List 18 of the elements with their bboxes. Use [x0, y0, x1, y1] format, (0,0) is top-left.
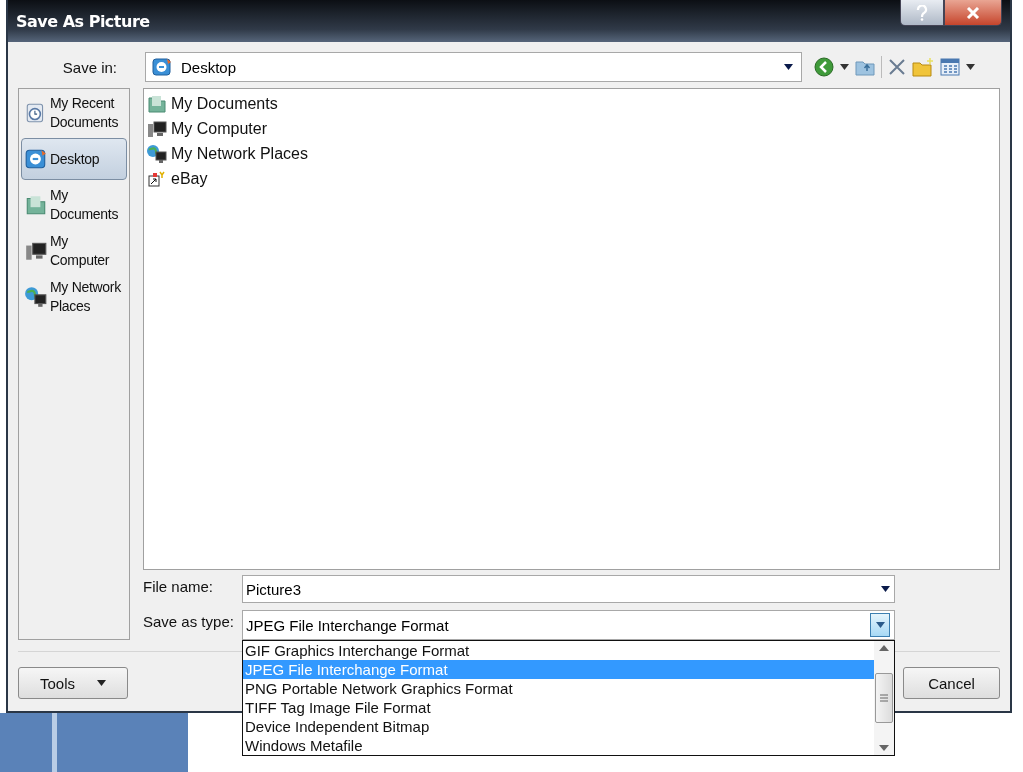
- places-item[interactable]: My Recent Documents: [21, 92, 127, 134]
- window-title: Save As Picture: [16, 11, 150, 31]
- places-item[interactable]: My Documents: [21, 184, 127, 226]
- file-item[interactable]: My Network Places: [146, 141, 308, 166]
- places-item[interactable]: My Network Places: [21, 276, 127, 318]
- places-item[interactable]: Desktop: [21, 138, 127, 180]
- file-name-field[interactable]: Picture3: [242, 575, 895, 603]
- places-item[interactable]: My Computer: [21, 230, 127, 272]
- save-in-dropdown[interactable]: Desktop: [145, 52, 802, 82]
- file-name-label: File name:: [143, 577, 215, 595]
- tools-button[interactable]: Tools: [18, 667, 128, 699]
- cancel-button[interactable]: Cancel: [903, 667, 1000, 699]
- file-item[interactable]: My Documents: [146, 91, 278, 116]
- file-item[interactable]: My Computer: [146, 116, 268, 141]
- save-as-type-dropdown[interactable]: JPEG File Interchange Format: [242, 610, 895, 640]
- file-item[interactable]: eBay: [146, 166, 208, 191]
- save-in-label: Save in:: [61, 58, 118, 76]
- save-as-type-label: Save as type:: [143, 612, 235, 630]
